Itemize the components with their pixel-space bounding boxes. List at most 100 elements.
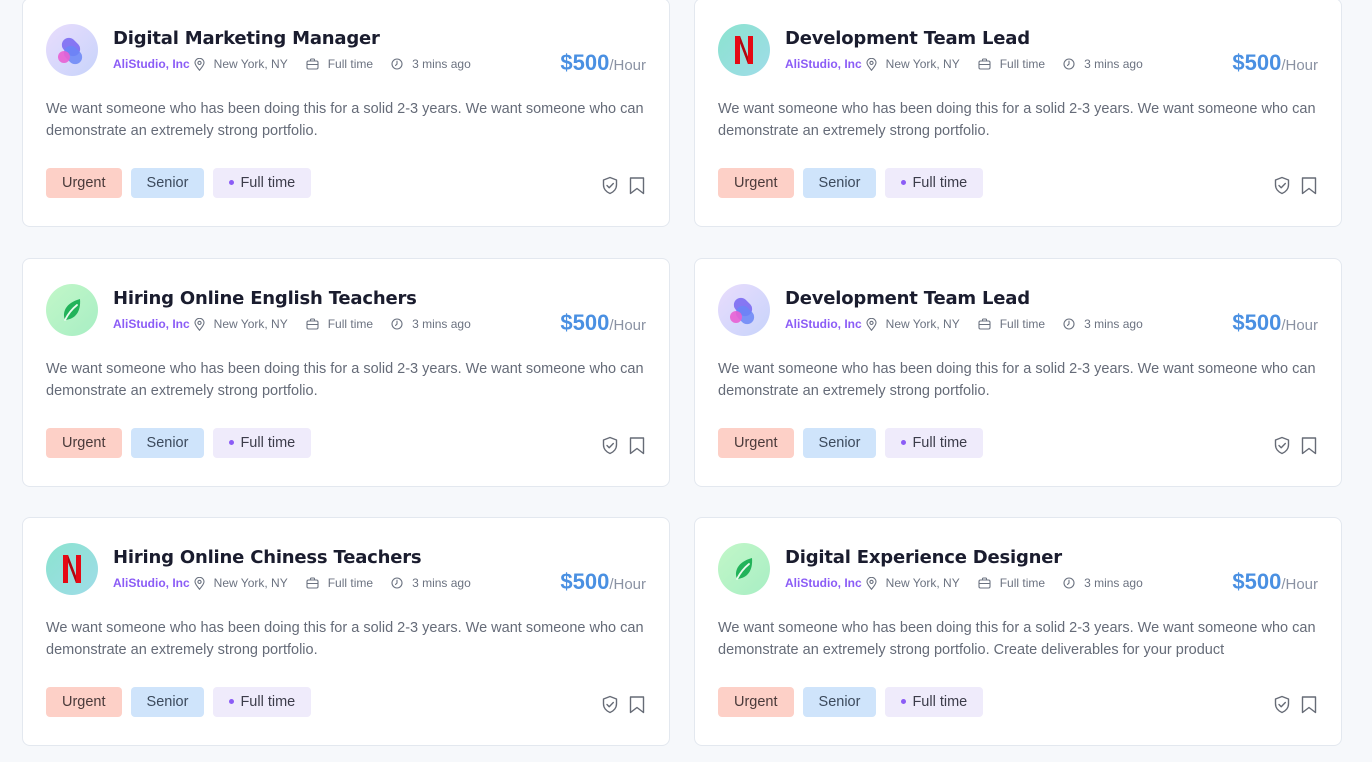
job-title[interactable]: Hiring Online Chiness Teachers [113, 547, 422, 568]
job-card[interactable]: Digital Experience Designer AliStudio, I… [694, 517, 1342, 746]
company-name[interactable]: AliStudio, Inc [113, 57, 190, 71]
job-card[interactable]: Hiring Online English Teachers AliStudio… [22, 258, 670, 487]
job-card[interactable]: Digital Marketing Manager AliStudio, Inc… [22, 0, 670, 227]
posted-time-text: 3 mins ago [1084, 57, 1143, 71]
company-logo [718, 24, 770, 76]
tag-urgent[interactable]: Urgent [718, 428, 794, 458]
tag-full-time-label: Full time [240, 435, 296, 451]
tag-senior[interactable]: Senior [130, 428, 205, 458]
posted-time: 3 mins ago [391, 57, 471, 71]
card-actions [1264, 176, 1318, 195]
tag-full-time[interactable]: Full time [213, 687, 312, 717]
map-pin-icon [866, 57, 881, 71]
tag-list: Urgent Senior Full time [718, 168, 992, 198]
bookmark-icon[interactable] [628, 176, 646, 195]
job-type: Full time [978, 576, 1045, 590]
location-text: New York, NY [213, 576, 288, 590]
job-type: Full time [306, 57, 373, 71]
company-logo [718, 543, 770, 595]
briefcase-icon [978, 58, 995, 70]
salary-unit: /Hour [1281, 317, 1318, 334]
briefcase-icon [306, 58, 323, 70]
tag-full-time[interactable]: Full time [213, 168, 312, 198]
location: New York, NY [866, 57, 960, 71]
tag-senior[interactable]: Senior [802, 687, 877, 717]
card-actions [592, 176, 646, 195]
salary-amount: $500 [560, 310, 610, 335]
salary-unit: /Hour [609, 57, 646, 74]
card-actions [1264, 436, 1318, 455]
shield-check-icon[interactable] [1273, 695, 1291, 714]
tag-urgent[interactable]: Urgent [718, 687, 794, 717]
location: New York, NY [194, 317, 288, 331]
job-title[interactable]: Development Team Lead [785, 288, 1030, 309]
bookmark-icon[interactable] [1300, 436, 1318, 455]
salary: $500/Hour [1232, 569, 1318, 595]
bookmark-icon[interactable] [628, 436, 646, 455]
job-meta: AliStudio, Inc New York, NY Full time 3 … [785, 57, 1161, 71]
job-card[interactable]: Development Team Lead AliStudio, Inc New… [694, 0, 1342, 227]
tag-urgent[interactable]: Urgent [718, 168, 794, 198]
posted-time-text: 3 mins ago [412, 57, 471, 71]
salary-amount: $500 [1232, 569, 1282, 594]
tag-list: Urgent Senior Full time [718, 428, 992, 458]
company-logo [46, 543, 98, 595]
tag-senior[interactable]: Senior [802, 428, 877, 458]
company-name[interactable]: AliStudio, Inc [785, 317, 862, 331]
card-actions [592, 436, 646, 455]
job-type-text: Full time [999, 576, 1046, 590]
job-card[interactable]: Hiring Online Chiness Teachers AliStudio… [22, 517, 670, 746]
job-description: We want someone who has been doing this … [718, 361, 1316, 399]
job-description: We want someone who has been doing this … [718, 620, 1316, 658]
shield-check-icon[interactable] [1273, 436, 1291, 455]
shield-check-icon[interactable] [601, 176, 619, 195]
salary-unit: /Hour [609, 576, 646, 593]
job-card[interactable]: Development Team Lead AliStudio, Inc New… [694, 258, 1342, 487]
salary-unit: /Hour [1281, 576, 1318, 593]
job-grid: Digital Marketing Manager AliStudio, Inc… [0, 0, 1372, 762]
job-type-text: Full time [327, 576, 374, 590]
tag-full-time[interactable]: Full time [885, 428, 984, 458]
map-pin-icon [194, 317, 209, 331]
tag-urgent[interactable]: Urgent [46, 428, 122, 458]
job-meta: AliStudio, Inc New York, NY Full time 3 … [113, 576, 489, 590]
tag-full-time[interactable]: Full time [213, 428, 312, 458]
bookmark-icon[interactable] [628, 695, 646, 714]
company-name[interactable]: AliStudio, Inc [113, 576, 190, 590]
shield-check-icon[interactable] [1273, 176, 1291, 195]
job-title[interactable]: Digital Experience Designer [785, 547, 1062, 568]
job-title[interactable]: Hiring Online English Teachers [113, 288, 417, 309]
tag-list: Urgent Senior Full time [718, 687, 992, 717]
tag-senior[interactable]: Senior [802, 168, 877, 198]
bookmark-icon[interactable] [1300, 695, 1318, 714]
tag-full-time[interactable]: Full time [885, 168, 984, 198]
company-name[interactable]: AliStudio, Inc [113, 317, 190, 331]
tag-urgent[interactable]: Urgent [46, 687, 122, 717]
tag-urgent[interactable]: Urgent [46, 168, 122, 198]
salary-amount: $500 [1232, 50, 1282, 75]
shield-check-icon[interactable] [601, 436, 619, 455]
map-pin-icon [866, 317, 881, 331]
card-actions [592, 695, 646, 714]
location: New York, NY [866, 317, 960, 331]
briefcase-icon [978, 318, 995, 330]
tag-senior[interactable]: Senior [130, 687, 205, 717]
tag-senior[interactable]: Senior [130, 168, 205, 198]
tag-list: Urgent Senior Full time [46, 168, 320, 198]
company-logo [46, 24, 98, 76]
posted-time-text: 3 mins ago [412, 576, 471, 590]
tag-full-time[interactable]: Full time [885, 687, 984, 717]
shield-check-icon[interactable] [601, 695, 619, 714]
posted-time: 3 mins ago [391, 576, 471, 590]
location-text: New York, NY [885, 317, 960, 331]
company-name[interactable]: AliStudio, Inc [785, 57, 862, 71]
card-actions [1264, 695, 1318, 714]
bookmark-icon[interactable] [1300, 176, 1318, 195]
salary: $500/Hour [560, 569, 646, 595]
salary-unit: /Hour [609, 317, 646, 334]
job-type-text: Full time [999, 57, 1046, 71]
tag-full-time-label: Full time [912, 435, 968, 451]
job-title[interactable]: Digital Marketing Manager [113, 28, 380, 49]
company-name[interactable]: AliStudio, Inc [785, 576, 862, 590]
job-title[interactable]: Development Team Lead [785, 28, 1030, 49]
